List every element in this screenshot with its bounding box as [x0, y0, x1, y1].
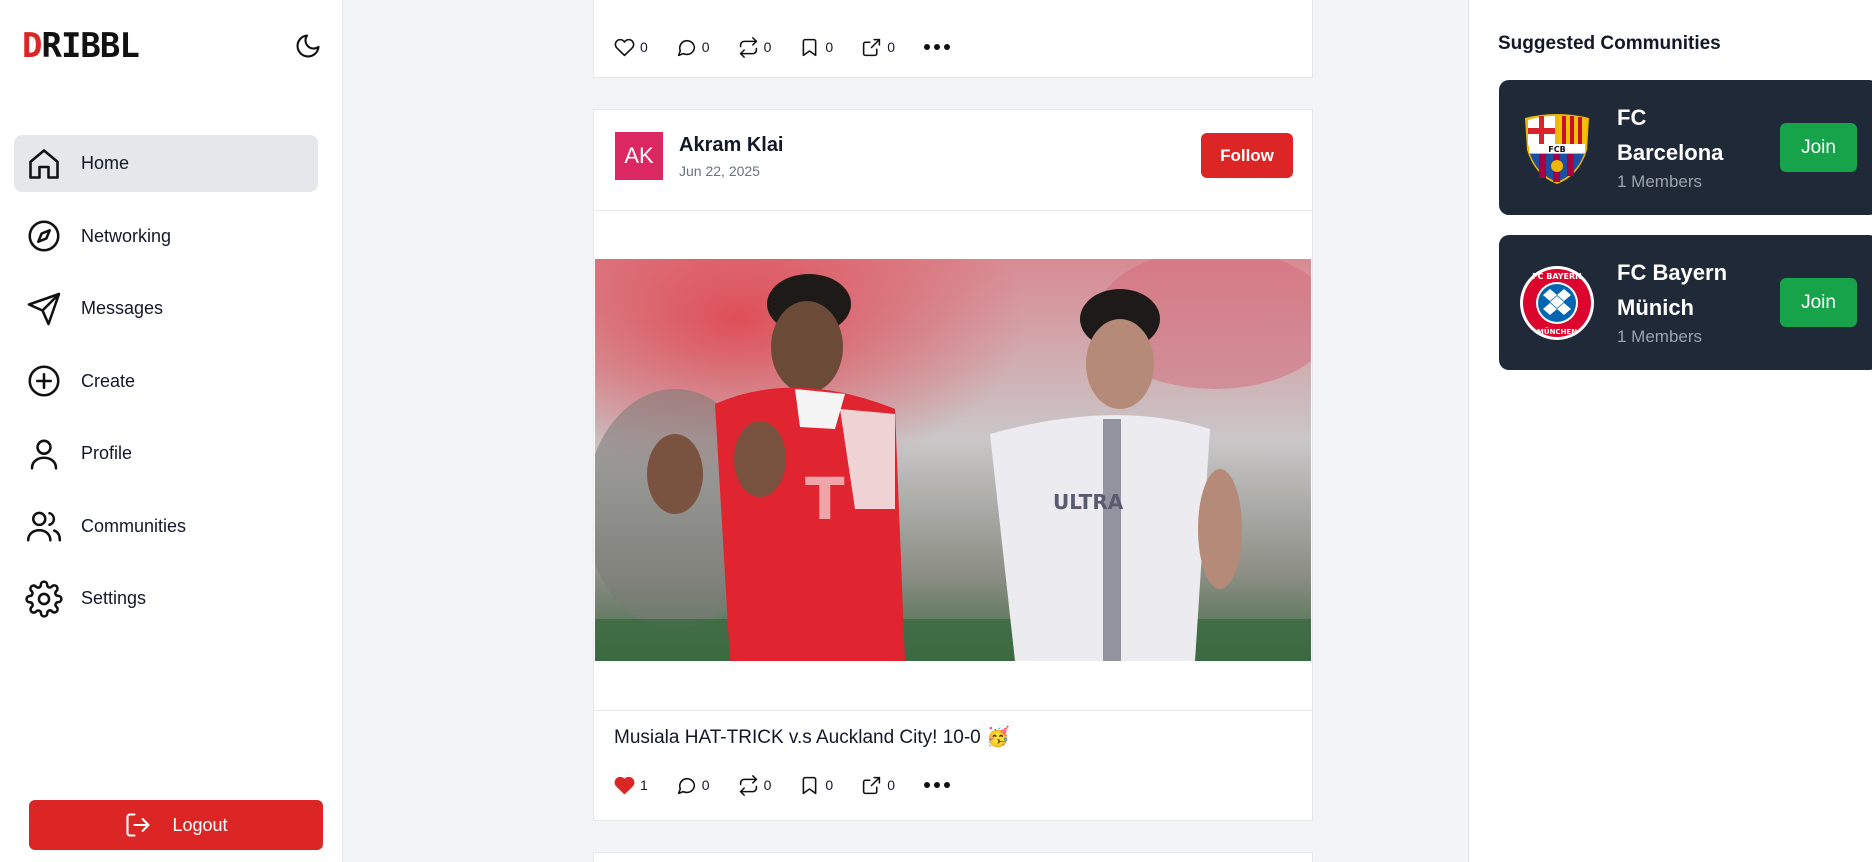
- repost-count: 0: [763, 39, 772, 55]
- more-options-button[interactable]: [923, 781, 951, 789]
- share-count: 0: [887, 777, 895, 793]
- heart-icon: [614, 38, 635, 56]
- right-panel: Suggested Communities FCB FC Barcelona 1…: [1468, 0, 1872, 862]
- community-name: FC Bayern Münich: [1617, 260, 1728, 320]
- main-nav: Home Networking Messages Create Profile: [14, 135, 318, 643]
- share-button[interactable]: 0: [861, 775, 895, 796]
- community-members: 1 Members: [1617, 172, 1703, 191]
- users-icon: [24, 506, 64, 546]
- repost-button[interactable]: 0: [738, 36, 772, 58]
- theme-toggle-button[interactable]: [292, 30, 324, 62]
- avatar[interactable]: AK: [615, 132, 663, 180]
- repost-count: 0: [763, 777, 772, 793]
- like-count: 0: [640, 39, 648, 55]
- bookmark-icon: [802, 38, 817, 56]
- send-icon: [24, 289, 64, 329]
- sidebar-item-messages[interactable]: Messages: [14, 280, 318, 337]
- plus-circle-icon: [24, 361, 64, 401]
- fc-barcelona-crest: FCB: [1519, 110, 1595, 186]
- sidebar-item-label: Communities: [81, 515, 187, 536]
- repost-button[interactable]: 0: [738, 774, 772, 796]
- comment-icon: [677, 777, 695, 794]
- repost-icon: [739, 36, 757, 58]
- share-icon: [863, 38, 881, 56]
- app-logo[interactable]: DRIBBL: [22, 26, 140, 66]
- post-actions: 1 0 0 0 0: [614, 771, 951, 799]
- more-icon: [923, 44, 950, 50]
- heart-filled-icon: [614, 776, 635, 794]
- join-button[interactable]: Join: [1780, 123, 1857, 172]
- community-card-fc-bayern[interactable]: FC BAYERN MÜNCHEN FC Bayern Münich 1 Mem…: [1499, 235, 1872, 370]
- sidebar-item-home[interactable]: Home: [14, 135, 318, 192]
- gear-icon: [24, 579, 64, 619]
- comment-count: 0: [701, 39, 710, 55]
- sidebar-item-label: Settings: [81, 588, 147, 608]
- svg-text:FC BAYERN: FC BAYERN: [1532, 272, 1582, 281]
- post-photo[interactable]: T ULTRA: [595, 259, 1311, 661]
- svg-text:FCB: FCB: [1548, 145, 1565, 154]
- follow-button[interactable]: Follow: [1201, 133, 1293, 178]
- logo-first-letter: D: [22, 26, 43, 66]
- bookmark-button[interactable]: 0: [799, 775, 833, 796]
- post-caption: Musiala HAT-TRICK v.s Auckland City! 10-…: [614, 727, 1010, 748]
- logo-row: DRIBBL: [22, 26, 322, 66]
- post-actions: 0 0 0 0 0: [614, 33, 951, 61]
- more-icon: [923, 782, 950, 788]
- football-photo: T ULTRA: [595, 259, 1311, 661]
- svg-text:ULTRA: ULTRA: [1053, 490, 1124, 514]
- compass-icon: [24, 216, 64, 256]
- sidebar-item-label: Messages: [81, 298, 164, 318]
- sidebar-item-create[interactable]: Create: [14, 353, 318, 410]
- post-header: AK Akram Klai Jun 22, 2025 Follow: [594, 110, 1312, 211]
- bookmark-button[interactable]: 0: [799, 37, 833, 58]
- moon-icon: [296, 34, 320, 58]
- user-icon: [24, 434, 64, 474]
- share-icon: [863, 776, 881, 794]
- logout-icon: [124, 811, 152, 839]
- community-members: 1 Members: [1617, 327, 1703, 346]
- sidebar-item-label: Networking: [81, 225, 172, 246]
- logo-rest: RIBBL: [41, 26, 139, 66]
- comment-icon: [677, 39, 695, 56]
- sidebar-item-networking[interactable]: Networking: [14, 208, 318, 265]
- logout-button[interactable]: Logout: [29, 800, 323, 850]
- post-media: T ULTRA: [594, 211, 1312, 711]
- community-card-fc-barcelona[interactable]: FCB FC Barcelona 1 Members Join: [1499, 80, 1872, 215]
- post-card: AK Akram Klai Jun 22, 2025 Follow T ULTR…: [593, 109, 1313, 821]
- home-icon: [24, 144, 64, 184]
- comment-count: 0: [701, 777, 710, 793]
- community-name: FC Barcelona: [1617, 105, 1724, 165]
- comment-button[interactable]: 0: [676, 775, 710, 796]
- more-options-button[interactable]: [923, 43, 951, 51]
- post-date: Jun 22, 2025: [679, 163, 760, 179]
- post-card-previous: 0 0 0 0 0: [593, 0, 1313, 78]
- join-button[interactable]: Join: [1780, 278, 1857, 327]
- like-button[interactable]: 1: [614, 775, 648, 796]
- svg-text:MÜNCHEN: MÜNCHEN: [1537, 327, 1577, 336]
- sidebar-item-profile[interactable]: Profile: [14, 425, 318, 482]
- sidebar: DRIBBL Home Networking Messages Create P…: [0, 0, 343, 862]
- share-count: 0: [887, 39, 895, 55]
- fc-bayern-crest: FC BAYERN MÜNCHEN: [1519, 265, 1595, 341]
- post-author[interactable]: Akram Klai: [679, 134, 784, 157]
- bookmark-icon: [802, 776, 817, 794]
- post-card-next: [593, 852, 1313, 862]
- sidebar-item-settings[interactable]: Settings: [14, 570, 318, 627]
- sidebar-item-communities[interactable]: Communities: [14, 498, 318, 555]
- suggested-communities-title: Suggested Communities: [1498, 33, 1721, 54]
- like-button[interactable]: 0: [614, 37, 648, 58]
- share-button[interactable]: 0: [861, 37, 895, 58]
- repost-icon: [739, 774, 757, 796]
- comment-button[interactable]: 0: [676, 37, 710, 58]
- sidebar-item-label: Profile: [81, 443, 133, 463]
- like-count: 1: [640, 777, 648, 793]
- sidebar-item-label: Home: [81, 153, 130, 173]
- bookmark-count: 0: [825, 39, 834, 55]
- bookmark-count: 0: [825, 777, 834, 793]
- sidebar-item-label: Create: [81, 370, 136, 391]
- logout-label: Logout: [172, 814, 228, 835]
- svg-text:T: T: [805, 465, 845, 533]
